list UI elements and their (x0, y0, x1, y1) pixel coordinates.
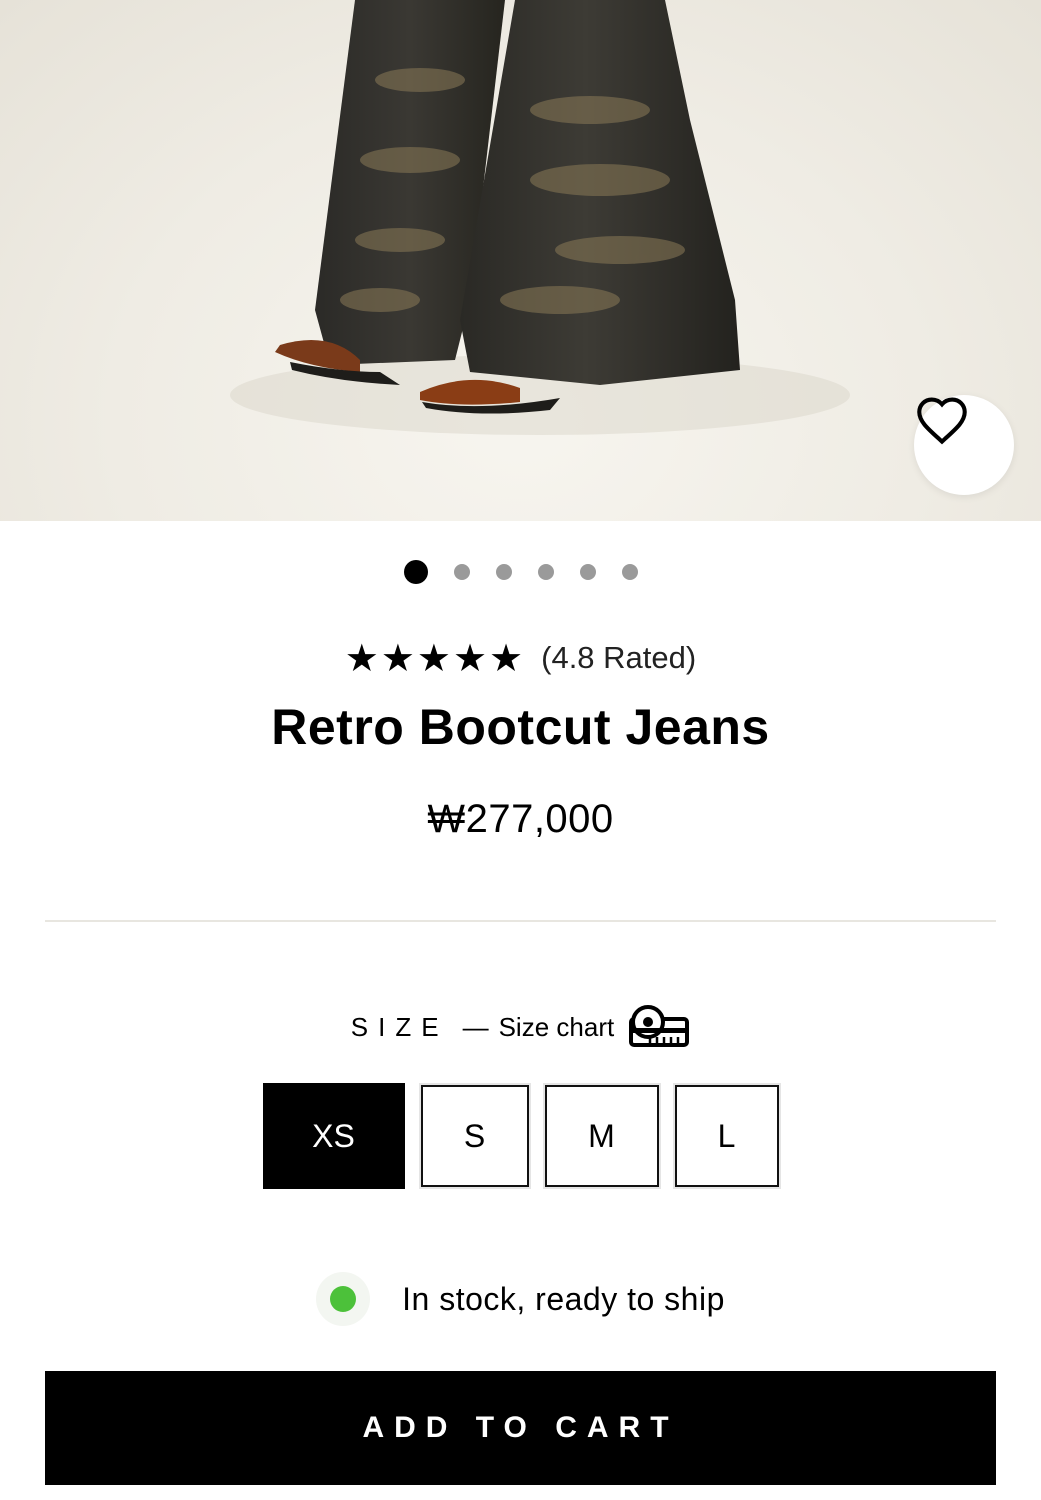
carousel-dot[interactable] (453, 564, 470, 580)
product-price: ₩277,000 (427, 797, 614, 841)
carousel-dot[interactable] (579, 564, 596, 580)
stock-indicator (316, 1272, 371, 1326)
product-image[interactable] (0, 0, 1041, 521)
product-photo (230, 0, 850, 435)
size-option-xs[interactable]: XS (262, 1083, 405, 1189)
size-chart-label: Size chart (498, 1011, 615, 1042)
size-chart-dash: — (462, 1011, 489, 1042)
carousel-dots (0, 560, 1041, 584)
wishlist-button[interactable] (914, 395, 1014, 495)
rating-text: (4.8 Rated) (541, 640, 697, 675)
size-option-m[interactable]: M (542, 1083, 661, 1189)
add-to-cart-button[interactable]: ADD TO CART (45, 1371, 996, 1485)
carousel-dot[interactable] (403, 560, 428, 584)
size-header: SIZE — Size chart (0, 1004, 1041, 1050)
size-option-l[interactable]: L (672, 1083, 781, 1189)
heart-icon (917, 397, 967, 445)
carousel-dot[interactable] (537, 564, 554, 580)
divider (45, 920, 996, 922)
size-chart-link[interactable]: — Size chart (463, 1004, 691, 1050)
size-option-s[interactable]: S (418, 1083, 531, 1189)
product-rating: ★★★★★ (4.8 Rated) (0, 636, 1041, 680)
carousel-dot[interactable] (495, 564, 512, 580)
stock-text: In stock, ready to ship (402, 1280, 725, 1317)
stock-dot-icon (330, 1286, 357, 1312)
product-title: Retro Bootcut Jeans (271, 699, 770, 755)
size-label: SIZE (350, 1011, 449, 1042)
carousel-dot[interactable] (621, 564, 638, 580)
star-rating-icons: ★★★★★ (344, 636, 526, 680)
size-options: XS S M L (0, 1083, 1041, 1189)
stock-status: In stock, ready to ship (0, 1272, 1041, 1326)
ruler-icon (628, 1004, 690, 1050)
